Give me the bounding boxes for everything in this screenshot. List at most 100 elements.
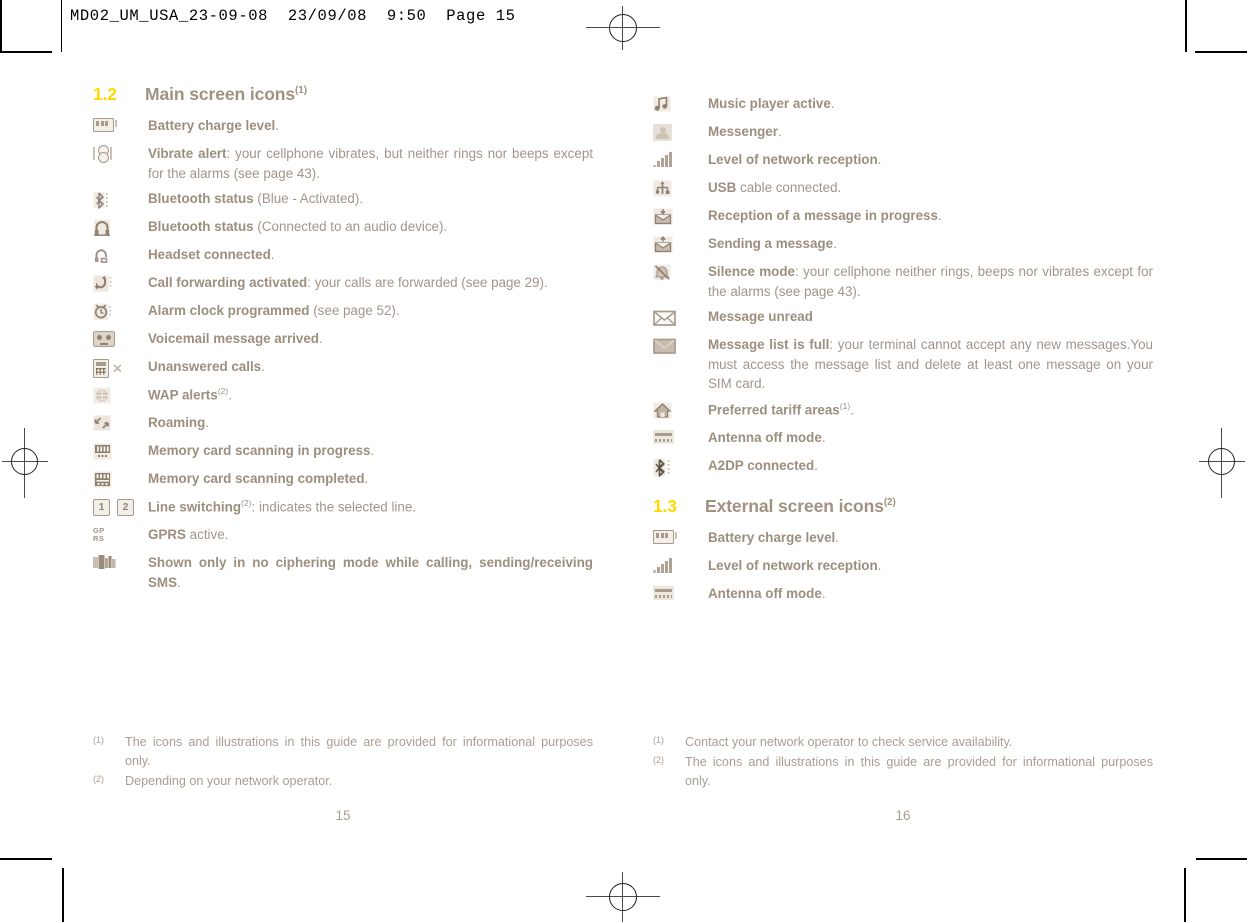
list-item-text: Headset connected. [148,247,275,263]
list-item-text: Shown only in no ciphering mode while ca… [148,555,593,590]
list-item: Message list is full: your terminal cann… [653,335,1153,394]
list-item-text: GPRS active. [148,527,229,543]
page-number-left: 15 [335,808,351,823]
antenna-off-icon [653,584,708,606]
list-item-text: Antenna off mode. [708,429,826,445]
music-player-icon [653,94,708,116]
list-item: Preferred tariff areas(1). [653,400,1153,422]
message-receiving-icon [653,206,708,228]
section-heading-1-2: 1.2 Main screen icons(1) [93,84,593,105]
battery-icon [93,116,148,138]
list-item-text: Voicemail message arrived. [148,331,323,347]
footnote-ref: (2) [883,496,896,508]
list-item-text: Message list is full: your terminal cann… [708,337,1153,392]
message-sending-icon [653,234,708,256]
section-heading-1-3: 1.3 External screen icons(2) [653,496,1153,517]
list-item-text: Bluetooth status (Blue - Activated). [148,191,364,207]
crop-mark-bottom-left-vertical [62,868,64,922]
list-item: ✕ Unanswered calls. [93,357,593,379]
signal-bars-icon [653,556,708,578]
list-item-text: A2DP connected. [708,457,818,473]
footnote: (2) The icons and illustrations in this … [653,753,1153,791]
list-item-text: Sending a message. [708,236,837,251]
crop-mark-top-left-vertical [0,0,2,52]
list-item-text: Bluetooth status (Connected to an audio … [148,219,448,235]
list-item-text: Messenger. [708,124,782,139]
unanswered-calls-icon: ✕ [93,357,148,379]
footnote-ref: (1) [295,85,307,97]
print-slug-line: MD02_UM_USA_23-09-08 23/09/08 9:50 Page … [70,7,516,25]
list-item-text: Memory card scanning completed. [148,471,369,487]
list-item-text: Music player active. [708,96,835,111]
list-item-text: Roaming. [148,415,210,431]
list-item-text: Level of network reception. [708,557,882,573]
bluetooth-icon [93,189,148,211]
list-item: Roaming. [93,413,593,435]
section-number: 1.2 [93,84,117,104]
list-item: WAP alerts(2). [93,385,593,407]
line-2-icon: 2 [117,499,134,517]
footnote-text: The icons and illustrations in this guid… [685,754,1153,788]
list-item: Battery charge level. [93,116,593,138]
crop-mark-bottom-right-vertical [1184,868,1186,922]
list-item-text: Alarm clock programmed (see page 52). [148,303,400,319]
crop-mark-top-right-vertical [1185,0,1187,52]
list-item: Bluetooth status (Connected to an audio … [93,217,593,239]
list-item: Call forwarding activated: your calls ar… [93,273,593,295]
list-item-text: Call forwarding activated: your calls ar… [148,275,548,291]
list-item: Headset connected. [93,245,593,267]
footnote: (1) The icons and illustrations in this … [93,733,593,771]
list-item-text: Line switching(2): indicates the selecte… [148,498,417,515]
list-item-text: Reception of a message in progress. [708,208,942,223]
headset-icon [93,245,148,267]
footnote-ref: (1) [839,400,851,411]
registration-mark-right [1199,428,1245,498]
list-item: USB cable connected. [653,178,1153,200]
message-list-full-icon [653,335,708,357]
list-item: Memory card scanning in progress. [93,441,593,463]
voicemail-icon [93,329,148,351]
list-item: Antenna off mode. [653,428,1153,450]
antenna-off-icon [653,428,708,450]
right-page-footnotes: (1) Contact your network operator to che… [653,733,1153,792]
preferred-tariff-icon [653,400,708,422]
footnote-ref: (2) [241,498,252,509]
usb-cable-icon [653,178,708,200]
list-item: Shown only in no ciphering mode while ca… [93,553,593,592]
list-item: Antenna off mode. [653,584,1153,606]
crop-mark-top-right-horizontal [1195,51,1247,53]
no-ciphering-icon [93,553,148,575]
list-item: Messenger. [653,122,1153,144]
list-item-text: Message unread [708,309,813,325]
footnote-text: The icons and illustrations in this guid… [125,735,593,768]
line-1-icon: 1 [93,499,110,517]
wap-alerts-icon [93,385,148,407]
list-item-text: Battery charge level. [148,118,280,133]
left-page-column: 1.2 Main screen icons(1) Battery charge … [93,84,593,598]
gprs-icon: GP RS [93,526,105,544]
list-item: A2DP connected. [653,456,1153,478]
memory-card-complete-icon [93,469,148,491]
registration-mark-bottom [586,872,660,922]
bluetooth-audio-icon [93,217,148,239]
footnote-mark: (1) [93,735,104,745]
footnote-mark: (1) [653,735,664,745]
registration-mark-left [2,428,48,498]
crop-mark-top-left-horizontal [0,51,52,53]
list-item: Music player active. [653,94,1153,116]
message-unread-icon [653,307,708,329]
section-title: External screen icons(2) [705,495,896,516]
list-item-text: Vibrate alert: your cellphone vibrates, … [148,146,593,181]
left-page-footnotes: (1) The icons and illustrations in this … [93,733,593,792]
registration-mark-top [586,6,660,50]
battery-icon [653,528,708,550]
footnote: (2) Depending on your network operator. [93,772,593,791]
right-page-column: Music player active. Messenger. Level of… [653,94,1153,612]
list-item: Silence mode: your cellphone neither rin… [653,262,1153,301]
list-item: Memory card scanning completed. [93,469,593,491]
section-number: 1.3 [653,495,677,516]
list-item: GP RS GPRS active. [93,525,593,547]
call-forwarding-icon [93,273,148,295]
list-item-text: Level of network reception. [708,152,882,167]
list-item: Message unread [653,307,1153,329]
